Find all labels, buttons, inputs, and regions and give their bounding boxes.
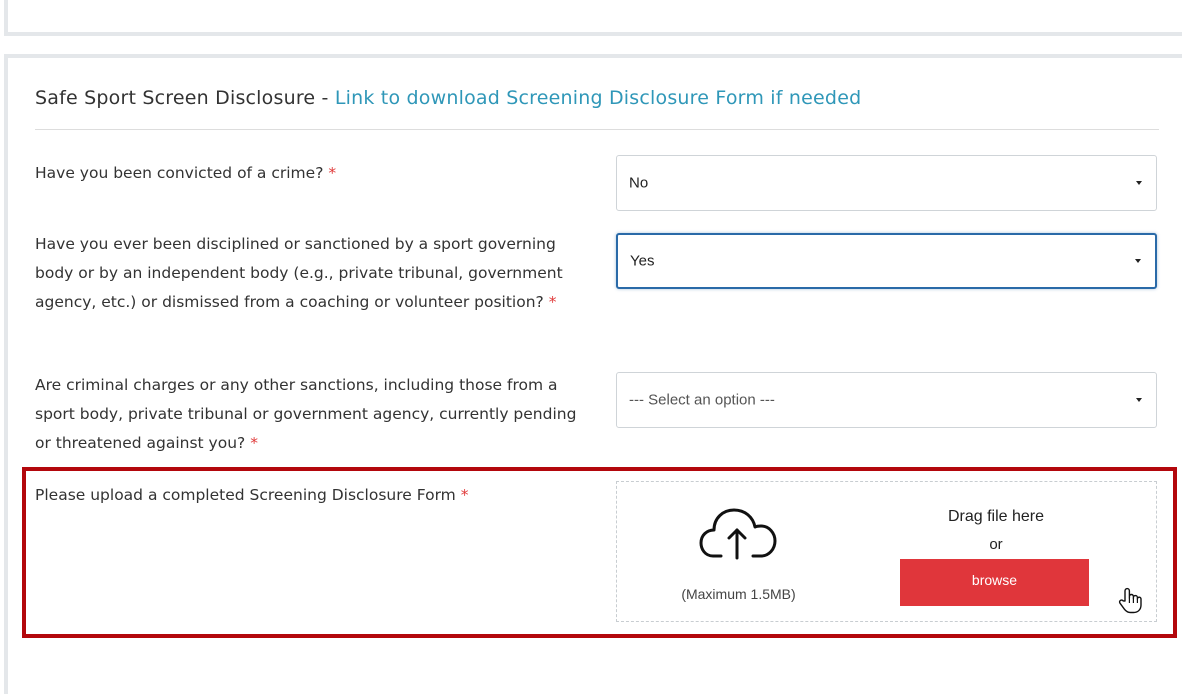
question-convicted-label: Have you been convicted of a crime? * <box>35 159 595 188</box>
question-text: Have you been convicted of a crime? <box>35 164 324 182</box>
hand-pointer-icon <box>1118 587 1142 614</box>
required-marker: * <box>328 164 337 182</box>
disciplined-select-value: Yes <box>630 252 655 270</box>
pending-charges-select-value: --- Select an option --- <box>629 391 775 409</box>
question-disciplined-label: Have you ever been disciplined or sancti… <box>35 230 595 317</box>
title-divider <box>35 129 1159 130</box>
required-marker: * <box>548 293 557 311</box>
required-marker: * <box>250 434 258 452</box>
download-form-link[interactable]: Link to download Screening Disclosure Fo… <box>335 87 861 109</box>
disciplined-select[interactable]: Yes <box>616 233 1157 289</box>
section-title: Safe Sport Screen Disclosure - Link to d… <box>35 87 861 109</box>
previous-panel <box>4 0 1182 36</box>
question-text: Have you ever been disciplined or sancti… <box>35 235 563 311</box>
convicted-select[interactable]: No <box>616 155 1157 211</box>
chevron-down-icon <box>1136 181 1142 185</box>
question-pending-charges-label: Are criminal charges or any other sancti… <box>35 371 595 458</box>
convicted-select-value: No <box>629 174 649 192</box>
section-title-text: Safe Sport Screen Disclosure - <box>35 87 335 109</box>
chevron-down-icon <box>1135 259 1141 263</box>
chevron-down-icon <box>1136 398 1142 402</box>
question-text: Are criminal charges or any other sancti… <box>35 376 577 452</box>
pending-charges-select[interactable]: --- Select an option --- <box>616 372 1157 428</box>
highlight-box <box>22 467 1177 638</box>
